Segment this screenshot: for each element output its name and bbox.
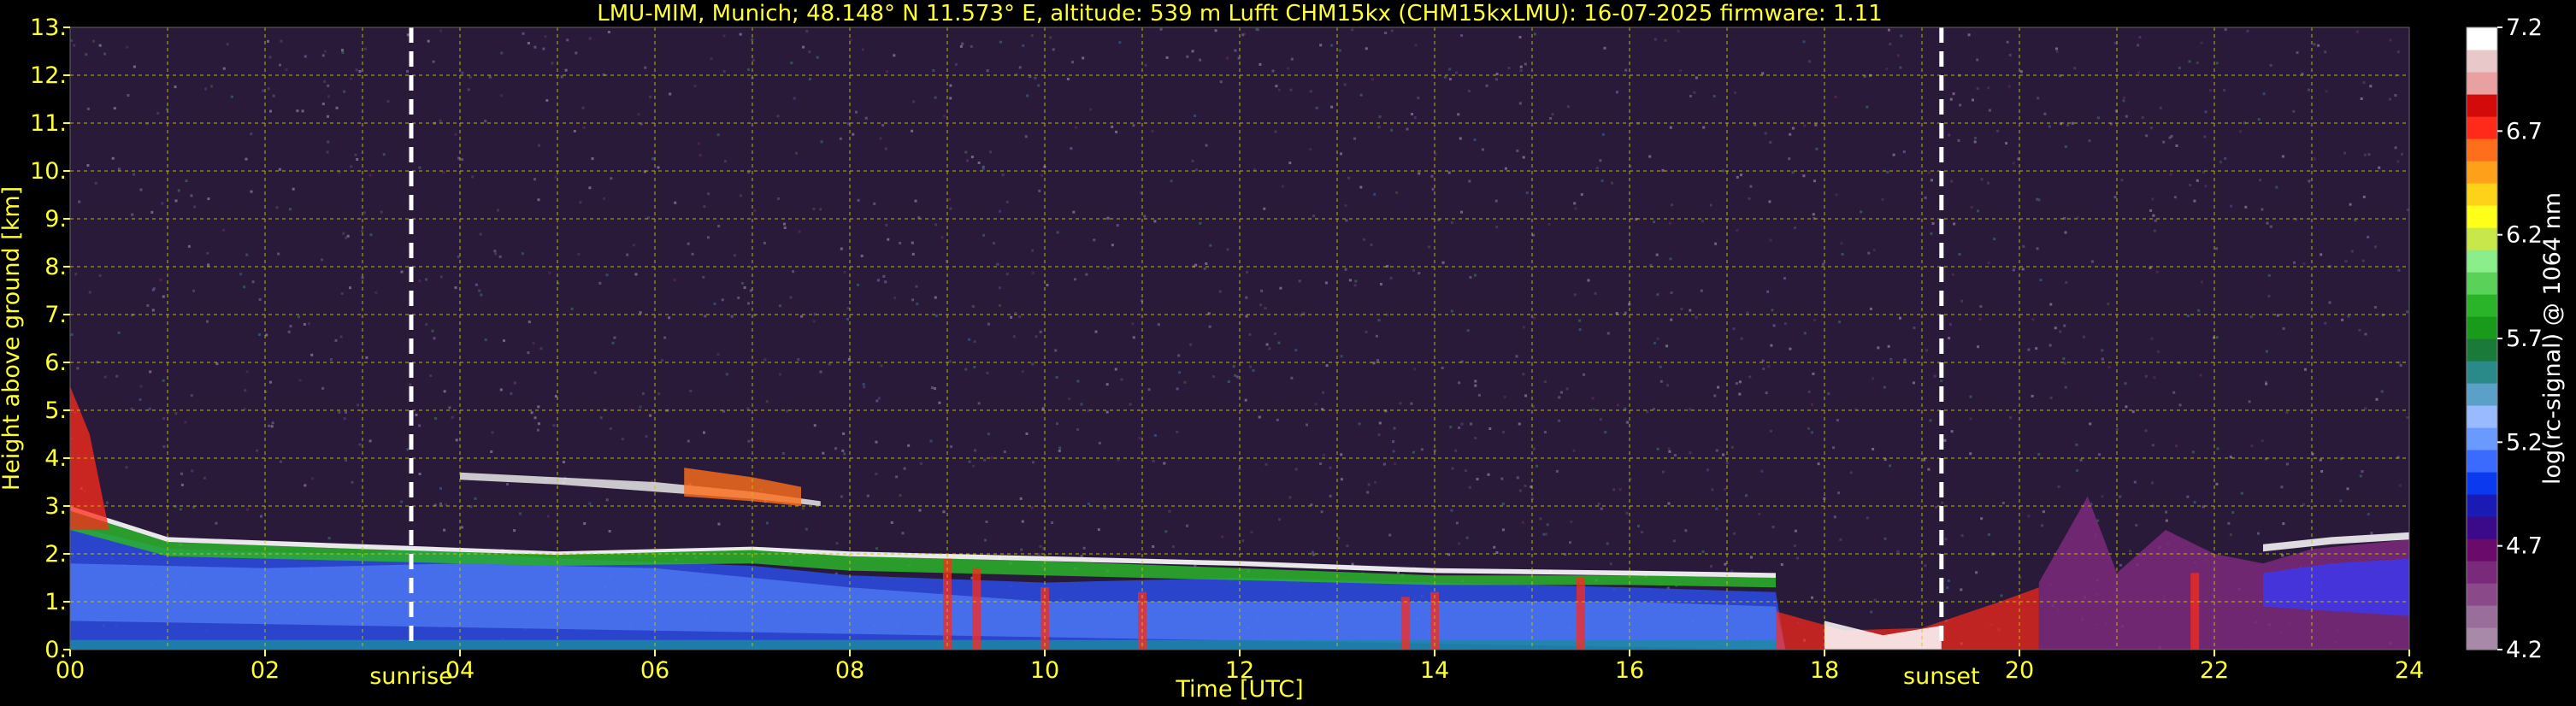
colorbar-swatch (2467, 161, 2497, 184)
y-tick-label: 11. (30, 110, 67, 137)
x-axis-label: Time [UTC] (1175, 676, 1303, 703)
colorbar-swatch (2467, 583, 2497, 606)
x-tick-label: 22 (2200, 657, 2229, 684)
colorbar-swatch (2467, 138, 2497, 162)
colorbar-swatch (2467, 294, 2497, 317)
colorbar-swatch (2467, 361, 2497, 384)
colorbar-swatch (2467, 338, 2497, 362)
colorbar-swatch (2467, 383, 2497, 406)
plot-area (70, 27, 2409, 650)
colorbar-swatch (2467, 561, 2497, 584)
ceilometer-chart: 00 02 04 06 08 10 12 14 16 18 20 22 240.1.2.3.4.5.6.… (0, 0, 2576, 706)
y-tick-label: 0. (44, 637, 67, 663)
y-tick-label: 13. (30, 15, 67, 41)
x-tick-label: 02 (251, 657, 280, 684)
colorbar-tick-label: 5.7 (2506, 326, 2543, 352)
x-tick-label: 24 (2395, 657, 2424, 684)
colorbar-swatch (2467, 405, 2497, 428)
y-tick-label: 7. (44, 302, 67, 328)
x-tick-label: 14 (1420, 657, 1449, 684)
y-tick-label: 1. (44, 589, 67, 615)
colorbar-swatch (2467, 27, 2497, 50)
colorbar-swatch (2467, 427, 2497, 450)
colorbar-swatch (2467, 472, 2497, 495)
colorbar-swatch (2467, 272, 2497, 295)
colorbar-tick-label: 6.2 (2506, 222, 2543, 249)
x-tick-label: 10 (1030, 657, 1059, 684)
colorbar-swatch (2467, 227, 2497, 250)
colorbar-swatch (2467, 50, 2497, 73)
colorbar-swatch (2467, 538, 2497, 562)
colorbar-tick-label: 5.2 (2506, 429, 2543, 456)
chart-title: LMU-MIM, Munich; 48.148° N 11.573° E, al… (597, 1, 1882, 26)
x-tick-label: 08 (835, 657, 864, 684)
colorbar-swatch (2467, 250, 2497, 273)
y-tick-label: 12. (30, 62, 67, 89)
y-tick-label: 8. (44, 254, 67, 280)
y-tick-label: 10. (30, 158, 67, 185)
colorbar-swatch (2467, 627, 2497, 650)
colorbar-swatch (2467, 316, 2497, 339)
y-tick-label: 9. (44, 206, 67, 232)
y-tick-label: 3. (44, 493, 67, 520)
colorbar-swatch (2467, 494, 2497, 517)
y-tick-label: 4. (44, 445, 67, 472)
colorbar-swatch (2467, 205, 2497, 228)
colorbar-tick-label: 7.2 (2506, 15, 2543, 41)
x-tick-label: 06 (640, 657, 669, 684)
x-tick-label: 16 (1615, 657, 1644, 684)
colorbar-swatch (2467, 72, 2497, 95)
colorbar-tick-label: 6.7 (2506, 118, 2543, 144)
colorbar-swatch (2467, 183, 2497, 206)
colorbar-label: log(rc-signal) @ 1064 nm (2539, 192, 2566, 485)
colorbar-swatch (2467, 450, 2497, 473)
y-tick-label: 6. (44, 350, 67, 376)
y-axis-label: Height above ground [km] (0, 186, 25, 491)
y-tick-label: 5. (44, 397, 67, 424)
colorbar-tick-label: 4.2 (2506, 637, 2543, 663)
colorbar-tick-label: 4.7 (2506, 533, 2543, 560)
x-tick-label: 18 (1810, 657, 1839, 684)
y-tick-label: 2. (44, 541, 67, 568)
colorbar-swatch (2467, 605, 2497, 628)
x-tick-label: 20 (2005, 657, 2034, 684)
colorbar-swatch (2467, 116, 2497, 139)
sunrise-label: sunrise (369, 663, 453, 690)
colorbar-swatch (2467, 94, 2497, 117)
sunset-label: sunset (1903, 663, 1980, 690)
colorbar-swatch (2467, 516, 2497, 539)
